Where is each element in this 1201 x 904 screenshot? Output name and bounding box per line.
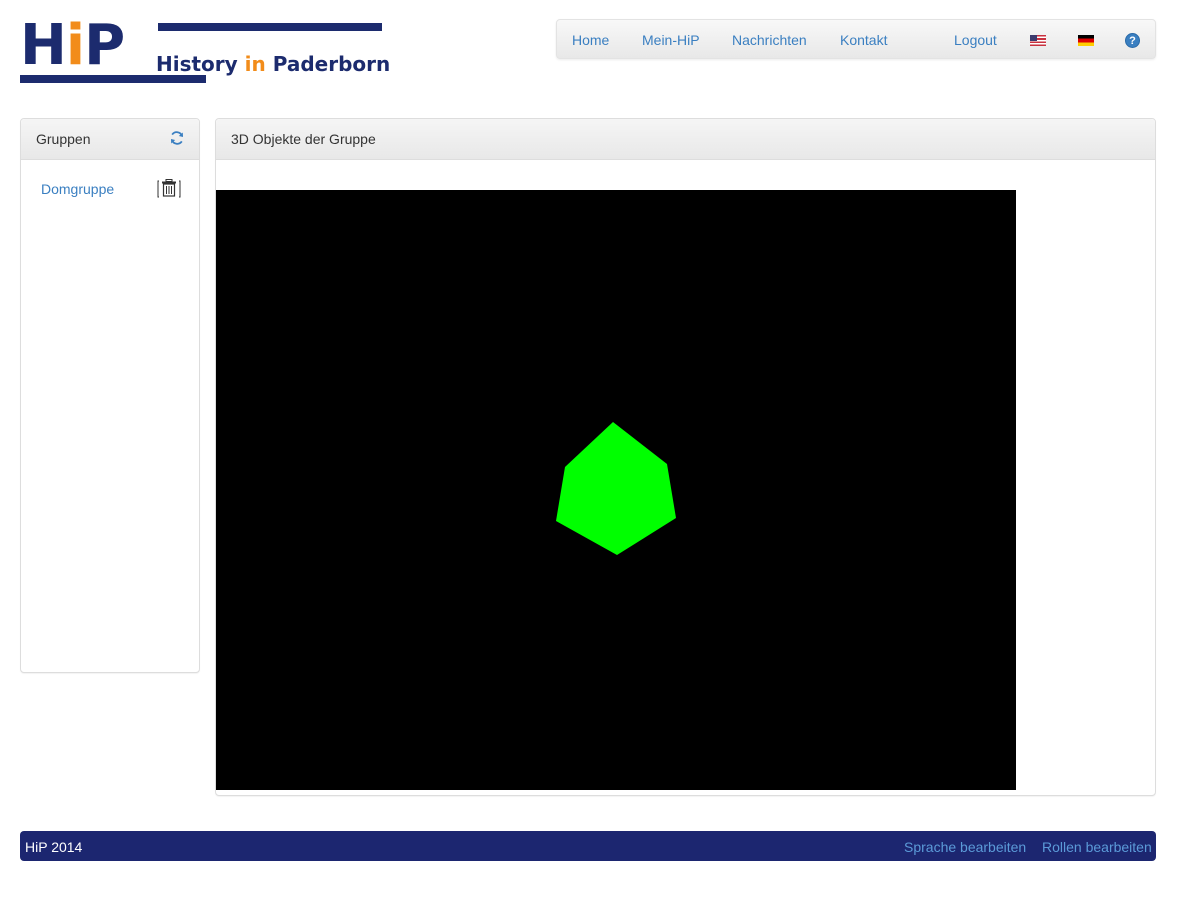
logo-underline: [20, 75, 206, 83]
trash-icon[interactable]: [157, 178, 181, 200]
objects-panel: 3D Objekte der Gruppe: [215, 118, 1156, 796]
logo-tagline: History in Paderborn: [156, 52, 391, 76]
groups-panel-title: Gruppen: [36, 131, 91, 147]
nav-kontakt[interactable]: Kontakt: [840, 32, 887, 48]
3d-viewer-canvas[interactable]: [216, 190, 1016, 790]
groups-panel: Gruppen Domgruppe: [20, 118, 200, 673]
objects-panel-title: 3D Objekte der Gruppe: [231, 131, 376, 147]
hip-logo[interactable]: HiP History in Paderborn: [20, 13, 390, 86]
top-navigation: Home Mein-HiP Nachrichten Kontakt Logout…: [556, 19, 1156, 59]
german-flag-icon[interactable]: [1078, 35, 1094, 46]
logo-top-bar: [158, 23, 382, 31]
nav-nachrichten[interactable]: Nachrichten: [732, 32, 807, 48]
group-item-domgruppe[interactable]: Domgruppe: [41, 181, 114, 197]
help-icon[interactable]: ?: [1125, 33, 1140, 48]
footer-copyright: HiP 2014: [25, 839, 83, 855]
logo-hip-letters: HiP: [20, 13, 125, 78]
3d-object-shape: [556, 422, 676, 555]
footer: HiP 2014 Sprache bearbeiten Rollen bearb…: [20, 831, 1156, 861]
groups-panel-heading: Gruppen: [21, 119, 199, 160]
objects-panel-heading: 3D Objekte der Gruppe: [216, 119, 1155, 160]
us-flag-icon[interactable]: [1030, 35, 1046, 46]
footer-edit-roles-link[interactable]: Rollen bearbeiten: [1042, 839, 1152, 855]
footer-edit-language-link[interactable]: Sprache bearbeiten: [904, 839, 1026, 855]
refresh-icon[interactable]: [169, 130, 185, 146]
nav-home[interactable]: Home: [572, 32, 609, 48]
nav-mein-hip[interactable]: Mein-HiP: [642, 32, 700, 48]
nav-logout[interactable]: Logout: [954, 32, 997, 48]
